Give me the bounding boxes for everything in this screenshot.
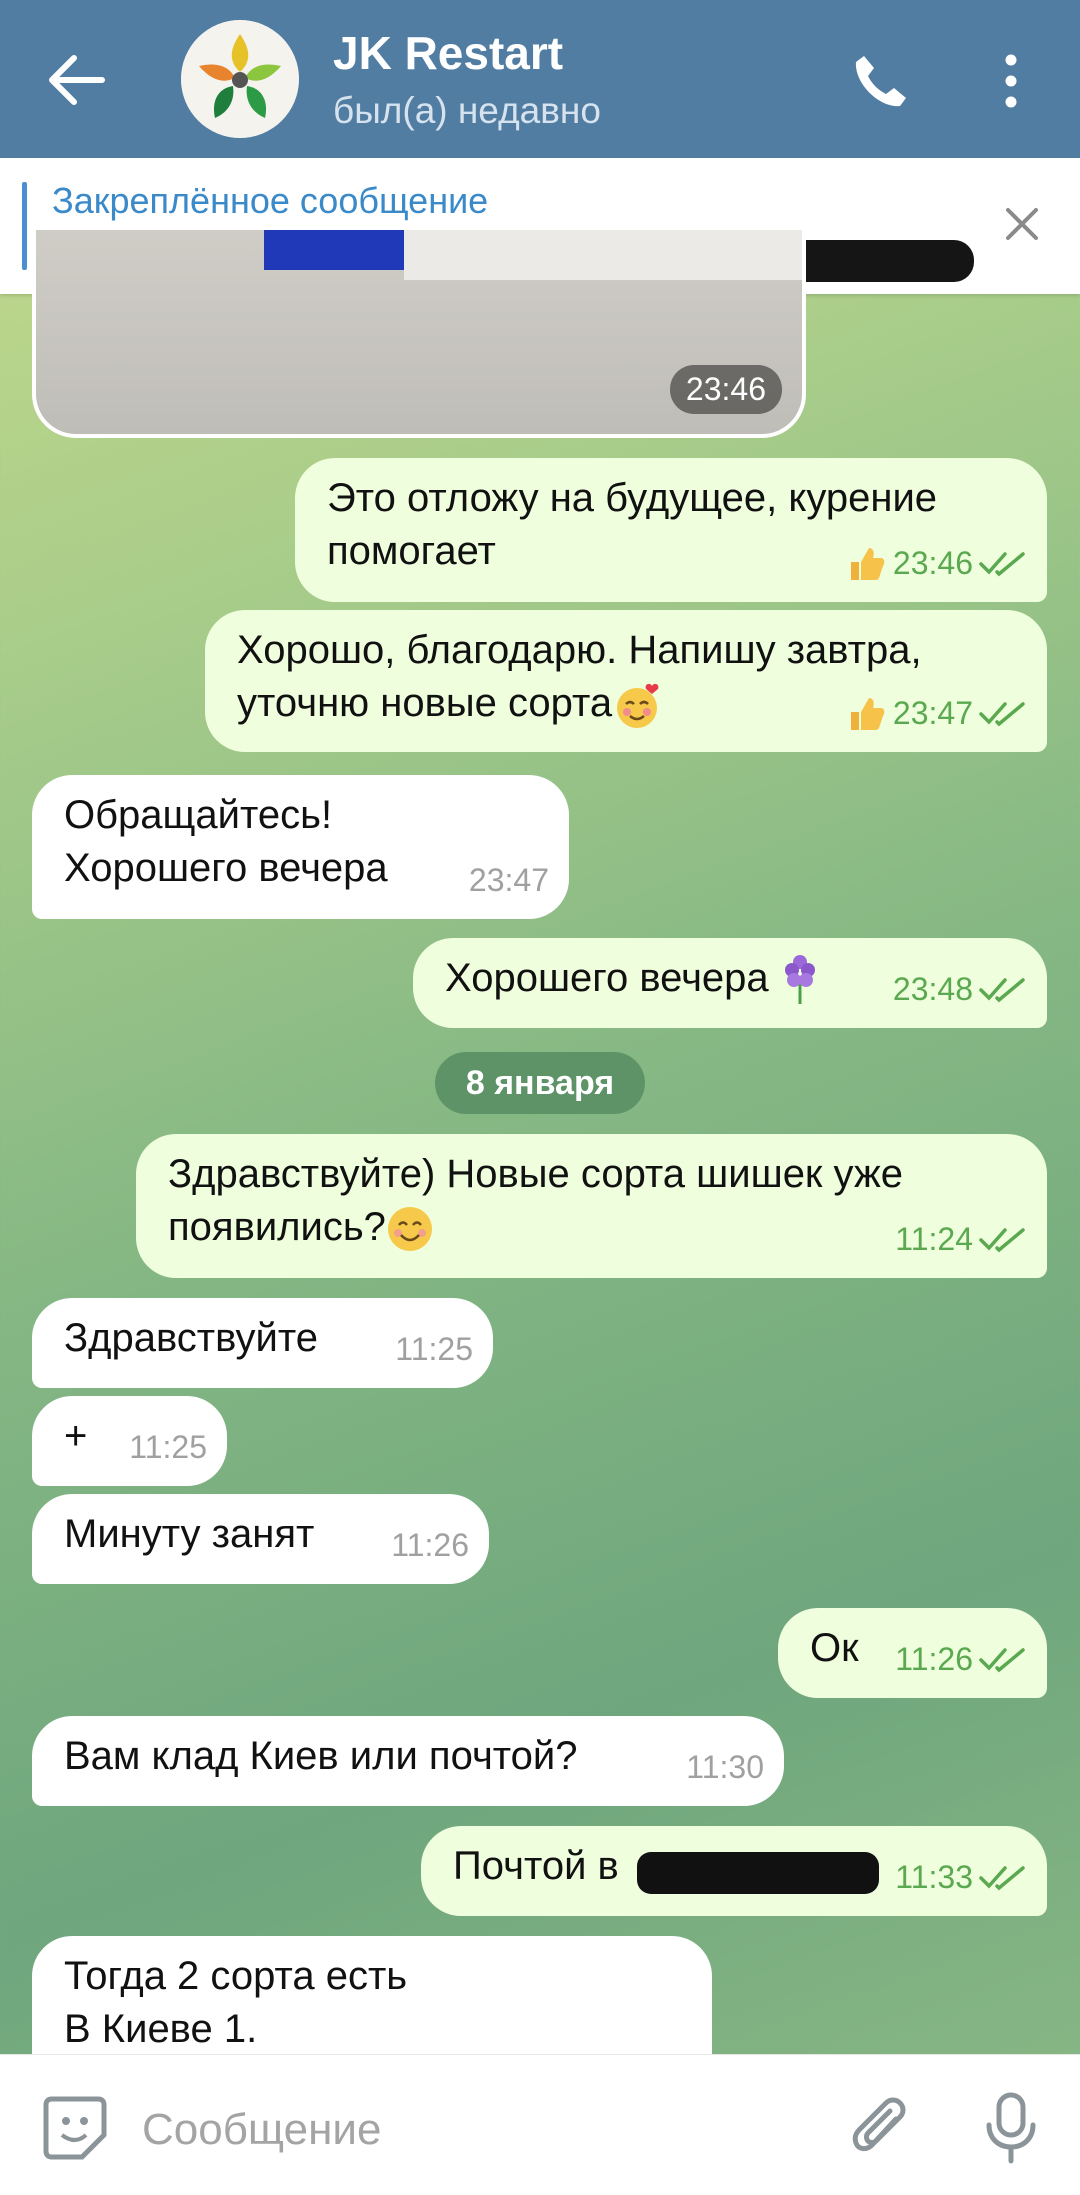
message-input[interactable]: Сообщение (142, 2105, 381, 2155)
double-check-icon (979, 551, 1025, 576)
paperclip-icon[interactable] (848, 2095, 910, 2161)
chat-header: JK Restart был(а) недавно (0, 0, 1080, 158)
date-divider: 8 января (435, 1052, 645, 1114)
message-text: Хорошего вечера (64, 846, 388, 890)
incoming-message[interactable]: Вам клад Киев или почтой? 11:30 (32, 1716, 784, 1806)
thumbs-up-icon (850, 697, 885, 730)
message-time: 23:47 (468, 862, 549, 898)
incoming-message[interactable]: Здравствуйте 11:25 (32, 1298, 493, 1388)
message-time: 11:33 (895, 1859, 973, 1895)
message-text: Вам клад Киев или почтой? (64, 1734, 578, 1778)
back-arrow-icon[interactable] (46, 52, 106, 108)
message-time: 11:30 (686, 1749, 764, 1785)
message-time: 23:47 (892, 695, 973, 731)
incoming-message[interactable]: Обращайтесь! Хорошего вечера 23:47 (32, 775, 569, 919)
message-time: 11:26 (895, 1641, 973, 1677)
double-check-icon (979, 1865, 1025, 1890)
more-vertical-icon[interactable] (996, 52, 1026, 110)
chat-status: был(а) недавно (333, 90, 601, 131)
message-text: уточню новые сорта (237, 681, 613, 725)
outgoing-message[interactable]: Хорошо, благодарю. Напишу завтра, уточню… (205, 610, 1047, 752)
message-text: Здравствуйте) Новые сорта шишек уже (168, 1152, 903, 1196)
double-check-icon (979, 701, 1025, 726)
message-text: появились? (168, 1205, 386, 1249)
double-check-icon (979, 1647, 1025, 1672)
close-icon[interactable] (1004, 206, 1040, 242)
message-text: В Киеве 1. (64, 2007, 258, 2051)
message-time: 23:46 (669, 365, 782, 414)
double-check-icon (979, 1227, 1025, 1252)
redacted-text (637, 1852, 879, 1894)
message-composer: Сообщение (0, 2054, 1080, 2195)
hyacinth-icon (784, 955, 815, 1005)
outgoing-message[interactable]: Ок 11:26 (778, 1608, 1047, 1698)
sticker-icon[interactable] (42, 2095, 108, 2161)
photo-object (264, 230, 404, 270)
pinned-title: Закреплённое сообщение (52, 180, 489, 221)
thumbs-up-icon (850, 547, 885, 580)
message-text: Обращайтесь! (64, 793, 333, 837)
pinned-indicator (22, 182, 27, 270)
chat-title[interactable]: JK Restart (333, 26, 563, 80)
message-time: 23:48 (892, 971, 973, 1007)
message-text: Хорошего вечера (445, 956, 769, 1000)
message-text: Тогда 2 сорта есть (64, 1954, 408, 1998)
incoming-message[interactable]: Минуту занят 11:26 (32, 1494, 489, 1584)
outgoing-message[interactable]: Хорошего вечера 23:48 (413, 938, 1047, 1028)
outgoing-message[interactable]: Почтой в 11:33 (421, 1826, 1047, 1916)
message-time: 11:26 (391, 1527, 469, 1563)
incoming-message[interactable]: + 11:25 (32, 1396, 227, 1486)
smiling-face-with-hearts-icon (617, 684, 659, 729)
avatar[interactable] (181, 20, 299, 138)
outgoing-message[interactable]: Это отложу на будущее, курение помогает … (295, 458, 1047, 602)
message-time: 11:25 (129, 1429, 207, 1465)
phone-icon[interactable] (850, 52, 908, 110)
message-time: 23:46 (892, 545, 973, 581)
message-time: 11:25 (395, 1331, 473, 1367)
smiling-face-icon (387, 1207, 432, 1252)
logo-icon (181, 20, 299, 138)
message-text: Это отложу на будущее, курение (327, 476, 938, 520)
outgoing-message[interactable]: Здравствуйте) Новые сорта шишек уже появ… (136, 1134, 1047, 1278)
photo-object (404, 230, 802, 280)
message-time: 11:24 (895, 1221, 973, 1257)
photo-message[interactable]: 23:46 (32, 230, 806, 438)
double-check-icon (979, 977, 1025, 1002)
message-text: Хорошо, благодарю. Напишу завтра, (237, 628, 922, 672)
microphone-icon[interactable] (984, 2091, 1038, 2165)
